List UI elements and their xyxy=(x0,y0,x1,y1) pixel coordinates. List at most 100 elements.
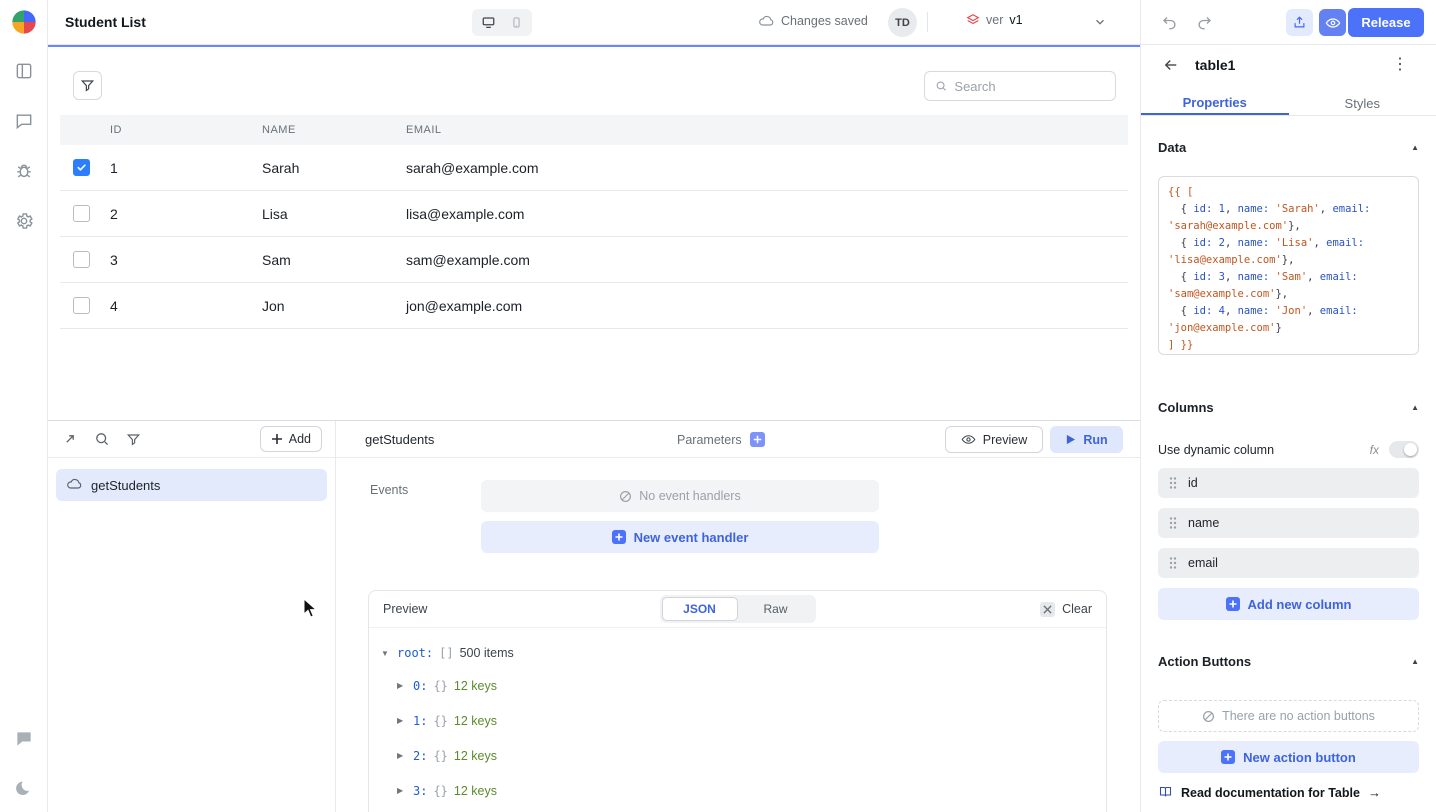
tab-json[interactable]: JSON xyxy=(662,597,738,621)
tree-count: 12 keys xyxy=(454,784,497,798)
code-line: ] }} xyxy=(1168,337,1409,354)
eye-icon xyxy=(961,432,976,447)
column-name: email xyxy=(1188,556,1218,570)
table-search[interactable] xyxy=(924,71,1116,101)
column-header-id[interactable]: ID xyxy=(110,124,122,136)
query-search-icon[interactable] xyxy=(93,431,110,448)
json-tree-item[interactable]: 3:{}12 keys xyxy=(381,773,1106,808)
tab-styles[interactable]: Styles xyxy=(1289,87,1436,115)
expand-arrow-icon[interactable] xyxy=(397,786,407,795)
add-parameter-button[interactable] xyxy=(750,432,765,447)
json-tree-item[interactable]: 1:{}12 keys xyxy=(381,703,1106,738)
tab-raw[interactable]: Raw xyxy=(738,597,814,621)
changes-saved-status: Changes saved xyxy=(758,13,868,29)
actions-section-header[interactable]: Action Buttons xyxy=(1158,654,1419,668)
expand-arrow-icon[interactable] xyxy=(397,681,407,690)
debugger-icon[interactable] xyxy=(13,160,35,182)
circle-slash-icon xyxy=(619,490,632,503)
tree-type: [] xyxy=(439,646,453,660)
column-header-email[interactable]: EMAIL xyxy=(406,124,442,136)
table-search-input[interactable] xyxy=(954,79,1105,94)
user-avatar[interactable]: TD xyxy=(888,8,917,37)
tab-properties[interactable]: Properties xyxy=(1141,87,1289,115)
app-preview-button[interactable] xyxy=(1319,9,1346,36)
theme-moon-icon[interactable] xyxy=(13,778,35,800)
data-section-header[interactable]: Data xyxy=(1158,140,1419,154)
table-filter-button[interactable] xyxy=(73,71,102,100)
desktop-mode-icon[interactable] xyxy=(476,12,500,33)
mobile-mode-icon[interactable] xyxy=(504,12,528,33)
dynamic-column-toggle[interactable] xyxy=(1389,441,1419,458)
collapse-arrow-icon[interactable] xyxy=(381,649,391,658)
kebab-menu-icon[interactable] xyxy=(1392,54,1408,74)
expand-arrow-icon[interactable] xyxy=(397,751,407,760)
query-list-item[interactable]: getStudents xyxy=(56,469,327,501)
version-selector[interactable]: ver v1 xyxy=(966,13,1023,27)
widget-name: table1 xyxy=(1195,57,1235,73)
expand-arrow-icon[interactable] xyxy=(397,716,407,725)
pages-icon[interactable] xyxy=(13,60,35,82)
release-button[interactable]: Release xyxy=(1348,8,1424,37)
column-header-name[interactable]: NAME xyxy=(262,124,296,136)
clear-preview-button[interactable]: Clear xyxy=(1040,602,1092,617)
json-tree-root[interactable]: root: [] 500 items xyxy=(381,638,1106,668)
column-item[interactable]: name xyxy=(1158,508,1419,538)
share-button[interactable] xyxy=(1286,9,1313,36)
book-icon xyxy=(1158,785,1173,800)
row-checkbox[interactable] xyxy=(73,205,90,222)
query-run-button[interactable]: Run xyxy=(1050,426,1123,453)
query-name-label[interactable]: getStudents xyxy=(365,432,434,447)
table-widget[interactable]: ID NAME EMAIL 1Sarahsarah@example.com2Li… xyxy=(60,60,1128,412)
cell-name: Jon xyxy=(262,298,285,314)
json-tree-item[interactable]: 2:{}12 keys xyxy=(381,738,1106,773)
new-event-handler-button[interactable]: New event handler xyxy=(481,521,879,553)
canvas-mode-toggle xyxy=(472,9,532,36)
json-tree-item[interactable]: 0:{}12 keys xyxy=(381,668,1106,703)
undo-icon[interactable] xyxy=(1160,12,1180,32)
search-icon xyxy=(935,79,947,93)
row-checkbox[interactable] xyxy=(73,251,90,268)
chevron-down-icon[interactable] xyxy=(1093,15,1107,34)
settings-icon[interactable] xyxy=(13,210,35,232)
column-item[interactable]: email xyxy=(1158,548,1419,578)
row-checkbox[interactable] xyxy=(73,159,90,176)
table-row[interactable]: 2Lisalisa@example.com xyxy=(60,191,1128,237)
help-chat-icon[interactable] xyxy=(13,728,35,750)
plus-square-icon xyxy=(612,530,626,544)
cell-email: sarah@example.com xyxy=(406,160,539,176)
read-documentation-link[interactable]: Read documentation for Table → xyxy=(1158,785,1381,800)
comments-icon[interactable] xyxy=(13,110,35,132)
new-action-button[interactable]: New action button xyxy=(1158,741,1419,773)
column-name: name xyxy=(1188,516,1219,530)
app-logo[interactable] xyxy=(10,8,38,36)
table-row[interactable]: 4Jonjon@example.com xyxy=(60,283,1128,329)
add-new-column-button[interactable]: Add new column xyxy=(1158,588,1419,620)
app-canvas[interactable]: ID NAME EMAIL 1Sarahsarah@example.com2Li… xyxy=(48,45,1140,420)
row-checkbox[interactable] xyxy=(73,297,90,314)
redo-icon[interactable] xyxy=(1194,12,1214,32)
table-row[interactable]: 3Samsam@example.com xyxy=(60,237,1128,283)
collapse-up-icon[interactable] xyxy=(1411,403,1419,412)
drag-handle-icon[interactable] xyxy=(1169,476,1177,490)
column-item[interactable]: id xyxy=(1158,468,1419,498)
preview-box-header: Preview JSON Raw Clear xyxy=(369,591,1106,628)
collapse-up-icon[interactable] xyxy=(1411,657,1419,666)
data-code-editor[interactable]: {{ [ { id: 1, name: 'Sarah', email: 'sar… xyxy=(1158,176,1419,355)
cell-email: sam@example.com xyxy=(406,252,530,268)
collapse-up-icon[interactable] xyxy=(1411,143,1419,152)
version-icon xyxy=(966,13,980,27)
back-arrow-icon[interactable] xyxy=(1161,56,1181,76)
tree-key: 3: xyxy=(413,784,427,798)
columns-section-header[interactable]: Columns xyxy=(1158,400,1419,414)
drag-handle-icon[interactable] xyxy=(1169,516,1177,530)
table-row[interactable]: 1Sarahsarah@example.com xyxy=(60,145,1128,191)
query-preview-button[interactable]: Preview xyxy=(945,426,1043,453)
fx-button[interactable]: fx xyxy=(1370,443,1379,457)
cloud-icon xyxy=(66,476,82,495)
query-filter-icon[interactable] xyxy=(125,431,142,448)
add-query-button[interactable]: Add xyxy=(260,426,322,452)
expand-panel-icon[interactable] xyxy=(61,431,78,448)
drag-handle-icon[interactable] xyxy=(1169,556,1177,570)
cell-email: jon@example.com xyxy=(406,298,522,314)
cell-email: lisa@example.com xyxy=(406,206,524,222)
